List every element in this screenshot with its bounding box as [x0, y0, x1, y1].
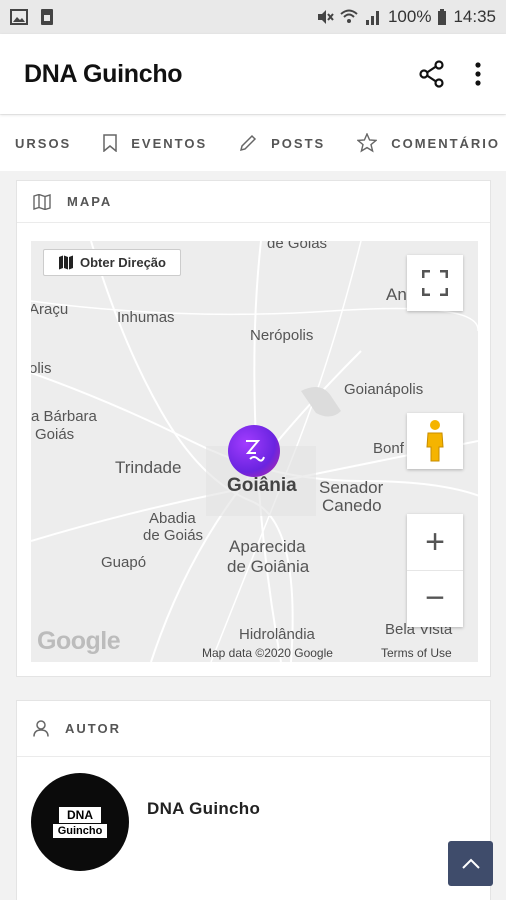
- avatar[interactable]: DNA Guincho: [31, 773, 129, 871]
- get-directions-button[interactable]: Obter Direção: [43, 249, 181, 276]
- map-place-label: de Goiás: [143, 527, 204, 544]
- map-place-label: a Bárbara: [31, 408, 97, 425]
- map-place-label: Goiânia: [227, 475, 297, 496]
- logo-marker-icon: [245, 440, 265, 462]
- tab-label: EVENTOS: [131, 135, 208, 151]
- map-attribution: Map data ©2020 Google: [202, 646, 333, 660]
- gallery-icon: [10, 9, 28, 25]
- map-card-header: MAPA: [17, 181, 490, 223]
- map-place-label: Aparecida: [229, 537, 306, 556]
- zoom-out-button[interactable]: −: [407, 571, 463, 627]
- map-icon: [33, 193, 51, 210]
- zoom-controls: + −: [407, 514, 463, 627]
- map-place-label: Goianápolis: [344, 381, 424, 398]
- tab-label: POSTS: [271, 135, 326, 151]
- terms-of-use-link[interactable]: Terms of Use: [381, 646, 452, 660]
- map-place-label: olis: [31, 360, 52, 377]
- pencil-icon: [240, 134, 257, 152]
- chevron-up-icon: [461, 858, 480, 869]
- google-logo: Google: [37, 627, 121, 655]
- tab-eventos[interactable]: EVENTOS: [103, 134, 207, 152]
- user-icon: [33, 720, 49, 737]
- bookmark-icon: [103, 134, 117, 152]
- map-place-label: Hidrolândia: [239, 626, 315, 643]
- street-view-button[interactable]: [407, 413, 463, 469]
- avatar-logo-dna: DNA: [59, 806, 101, 823]
- author-card: AUTOR DNA Guincho DNA Guincho: [16, 700, 491, 900]
- signal-icon: [365, 11, 379, 25]
- map-section-title: MAPA: [67, 194, 113, 209]
- star-icon: [357, 133, 378, 153]
- map-place-label: Araçu: [31, 301, 69, 318]
- scroll-to-top-button[interactable]: [448, 841, 493, 886]
- map-place-label: Senador: [319, 478, 384, 497]
- author-name[interactable]: DNA Guincho: [147, 799, 260, 819]
- tab-comentarios[interactable]: COMENTÁRIO: [357, 133, 500, 153]
- author-section-title: AUTOR: [65, 721, 121, 736]
- pegman-icon: [426, 420, 444, 462]
- section-tabs: URSOS EVENTOS POSTS COMENTÁRIO: [0, 115, 506, 171]
- map-place-label: An: [386, 285, 407, 304]
- fullscreen-icon: [422, 270, 448, 296]
- battery-icon: [438, 9, 447, 25]
- map-card: MAPA Obter Direção de Goiás Araçu Inhuma…: [16, 180, 491, 677]
- map-place-label: Bonf: [373, 440, 404, 457]
- tab-label: URSOS: [15, 135, 72, 151]
- wifi-icon: [340, 9, 358, 23]
- google-map[interactable]: Obter Direção de Goiás Araçu Inhumas Ner…: [31, 241, 478, 662]
- clock: 14:35: [453, 7, 496, 26]
- location-marker[interactable]: [228, 425, 280, 477]
- app-bar: DNA Guincho: [0, 34, 506, 114]
- tab-label: COMENTÁRIO: [391, 135, 501, 151]
- tab-posts[interactable]: POSTS: [239, 134, 325, 152]
- page-title: DNA Guincho: [24, 59, 183, 88]
- directions-label: Obter Direção: [80, 255, 166, 270]
- status-bar: 100% 14:35: [0, 0, 506, 34]
- map-place-label: Inhumas: [117, 309, 175, 326]
- mute-icon: [317, 10, 334, 24]
- map-place-label: Nerópolis: [250, 327, 314, 344]
- map-place-label: Canedo: [322, 496, 382, 515]
- map-place-label: Goiás: [35, 426, 75, 443]
- battery-percent: 100%: [387, 7, 432, 26]
- map-place-label: Trindade: [115, 458, 182, 477]
- avatar-logo-guincho: Guincho: [52, 823, 108, 838]
- sim-card-icon: [41, 9, 53, 25]
- tab-cursos[interactable]: URSOS: [15, 136, 71, 151]
- author-card-header: AUTOR: [17, 701, 490, 757]
- more-options-icon[interactable]: [474, 62, 482, 86]
- map-fold-icon: [59, 255, 73, 270]
- fullscreen-button[interactable]: [407, 255, 463, 311]
- zoom-in-button[interactable]: +: [407, 515, 463, 571]
- map-place-label: de Goiás: [267, 241, 328, 252]
- map-place-label: de Goiânia: [227, 557, 310, 576]
- map-place-label: Guapó: [101, 554, 147, 571]
- map-place-label: Abadia: [149, 510, 196, 527]
- share-icon[interactable]: [418, 60, 446, 88]
